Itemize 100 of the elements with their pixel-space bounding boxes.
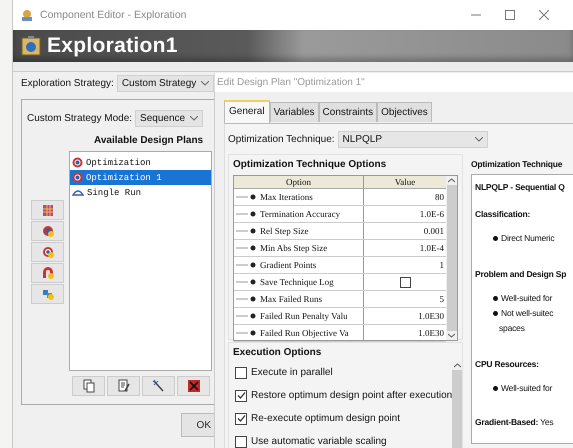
scrollbar[interactable] <box>446 176 457 340</box>
tab[interactable]: Constraints <box>318 102 378 122</box>
technique-label: Optimization Technique: <box>228 134 335 145</box>
list-item[interactable]: Optimization <box>70 155 211 170</box>
check-icon <box>236 414 246 423</box>
cubes-add-icon <box>40 287 54 301</box>
info-text: Well-suited for <box>501 383 552 393</box>
mode-label: Custom Strategy Mode: <box>27 113 132 124</box>
table-cell: Termination Accuracy <box>260 209 340 219</box>
list-item[interactable]: Single Run <box>70 185 211 200</box>
magnet-add-icon <box>40 266 54 280</box>
checkbox[interactable] <box>235 366 247 378</box>
tree-bullet-icon <box>236 278 258 286</box>
table-cell-text: 80 <box>434 191 445 204</box>
tree-bullet-icon <box>236 210 258 218</box>
magnet-add-button[interactable] <box>31 263 64 283</box>
tree-bullet-icon <box>236 329 258 337</box>
tree-bullet-icon <box>236 295 258 303</box>
check-icon <box>236 391 246 400</box>
tree-bullet-icon <box>236 261 258 269</box>
panel-title: Edit Design Plan "Optimization 1" <box>214 73 573 92</box>
bullet-icon <box>493 386 498 390</box>
tree-bullet-icon <box>236 244 258 252</box>
info-text: Problem and Design Sp <box>475 269 566 279</box>
tree-bullet-icon <box>236 312 258 320</box>
edit-icon <box>116 379 130 393</box>
tab[interactable]: Variables <box>270 102 319 122</box>
table-cell: Max Failed Runs <box>260 294 322 304</box>
app-icon <box>20 8 34 22</box>
info-text: Well-suited for <box>501 293 552 303</box>
checkbox[interactable] <box>235 390 247 402</box>
checkbox-label: Restore optimum design point after execution <box>251 390 452 401</box>
bullet-icon <box>493 236 498 240</box>
table-cell-text: 1.0E30 <box>417 310 445 323</box>
strategy-dropdown[interactable]: Custom Strategy <box>116 75 214 92</box>
target-icon <box>72 172 83 183</box>
table-cell-text: 0.001 <box>422 225 445 238</box>
technique-dropdown[interactable]: NLPQLP <box>338 131 488 148</box>
wand-button[interactable] <box>142 376 175 396</box>
tab[interactable]: General <box>224 100 270 123</box>
table-cell: Save Technique Log <box>260 277 334 287</box>
table-cell: Rel Step Size <box>260 226 308 236</box>
info-text: Not well-suitec <box>501 308 554 318</box>
delete-button[interactable] <box>177 376 210 396</box>
chevron-down-icon <box>474 137 483 142</box>
bullet-icon <box>493 296 498 300</box>
chevron-down-icon <box>190 116 198 121</box>
checkbox-label: Use automatic variable scaling <box>251 436 387 447</box>
copy-button[interactable] <box>72 376 105 396</box>
table-cell: Max Iterations <box>260 192 313 202</box>
checkbox-label: Execute in parallel <box>251 367 333 378</box>
close-icon[interactable] <box>539 10 549 20</box>
window-title: Component Editor - Exploration <box>40 9 186 21</box>
cubes-add-button[interactable] <box>31 284 64 304</box>
delete-icon <box>186 379 200 393</box>
table-cell-text: 1 <box>438 259 445 272</box>
maximize-icon[interactable] <box>505 10 515 20</box>
target-add-button[interactable] <box>31 221 64 241</box>
checkbox[interactable] <box>235 412 247 424</box>
grid-button[interactable] <box>31 200 64 220</box>
tree-bullet-icon <box>236 227 258 235</box>
table-cell: Min Abs Step Size <box>260 243 328 253</box>
page-title: Exploration1 <box>47 34 178 58</box>
toolbox-icon <box>21 36 41 56</box>
table-cell-text: 1.0E-4 <box>418 242 445 255</box>
strategy-label: Exploration Strategy: <box>21 78 114 89</box>
info-text: NLPQLP - Sequential Q <box>475 182 565 192</box>
table-cell-text: 1.0E30 <box>417 327 445 340</box>
mode-dropdown[interactable]: Sequence <box>135 110 204 127</box>
tab[interactable]: Objectives <box>377 102 432 122</box>
grid-icon <box>40 203 54 217</box>
tree-bullet-icon <box>236 193 258 201</box>
checkbox[interactable] <box>235 436 247 448</box>
target-add-button[interactable] <box>31 242 64 262</box>
bullet-icon <box>493 310 498 316</box>
checkbox-label: Re-execute optimum design point <box>251 413 400 424</box>
table-cell: Failed Run Penalty Valu <box>260 311 348 321</box>
table-cell-text: 5 <box>438 293 445 306</box>
group-heading: Optimization Technique Options <box>233 159 388 170</box>
target-add-icon <box>40 245 54 259</box>
table-cell-text: 1.0E-6 <box>418 208 445 221</box>
ok-button[interactable]: OK <box>181 413 214 437</box>
table-cell: Failed Run Objective Va <box>260 328 349 338</box>
column-header[interactable]: Value <box>364 176 446 188</box>
list-heading: Available Design Plans <box>94 135 204 146</box>
list-item[interactable]: Optimization 1 <box>70 170 211 185</box>
info-text: Classification: <box>475 209 530 219</box>
scrollbar[interactable] <box>452 361 462 448</box>
checkbox[interactable] <box>400 276 410 288</box>
column-header[interactable]: Option <box>234 176 364 188</box>
copy-icon <box>82 379 96 393</box>
chevron-down-icon <box>201 81 209 86</box>
info-text: Gradient-Based: Yes <box>475 417 554 427</box>
info-text: spaces <box>499 323 525 333</box>
table-cell: Gradient Points <box>260 260 316 270</box>
info-text: Direct Numeric <box>501 233 554 243</box>
group-heading: Execution Options <box>233 347 322 358</box>
edit-button[interactable] <box>107 376 140 396</box>
target-icon <box>72 157 83 168</box>
group-heading: Optimization Technique <box>471 159 564 169</box>
